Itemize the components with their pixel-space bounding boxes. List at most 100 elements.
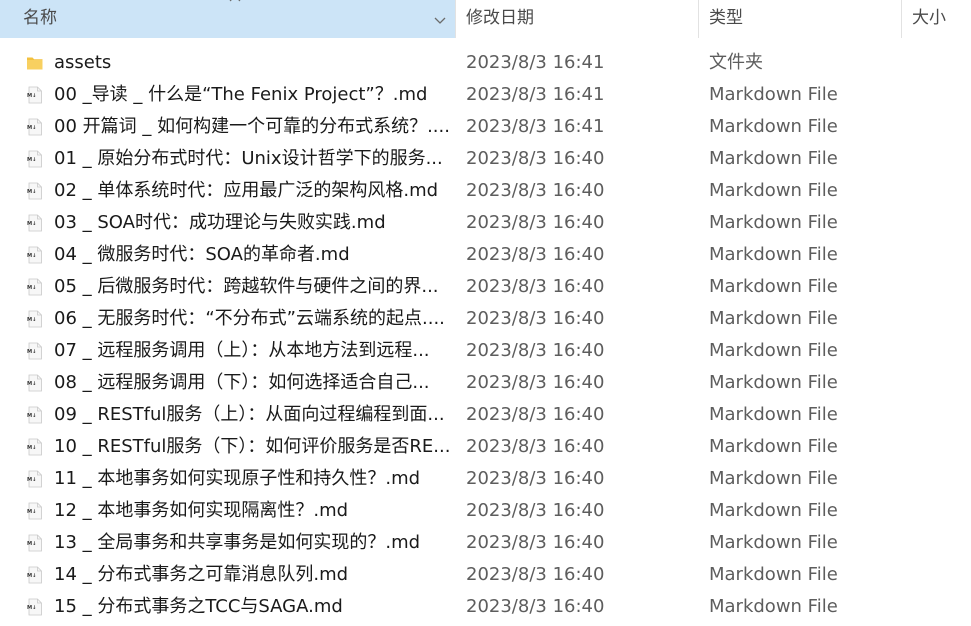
file-date: 2023/8/3 16:40: [466, 596, 605, 617]
column-header: 名称 修改日期 类型 大小: [0, 0, 971, 38]
file-name: 01 _ 原始分布式时代：Unix设计哲学下的服务...: [54, 148, 443, 169]
file-type: Markdown File: [709, 532, 838, 553]
markdown-file-icon: M↓: [27, 374, 42, 392]
file-row[interactable]: M↓ 15 _ 分布式事务之TCC与SAGA.md 2023/8/3 16:40 Ma…: [0, 591, 971, 623]
file-date: 2023/8/3 16:41: [466, 116, 605, 137]
file-name: 00 开篇词 _ 如何构建一个可靠的分布式系统？....: [54, 116, 449, 137]
markdown-file-icon: M↓: [27, 406, 42, 424]
file-date: 2023/8/3 16:40: [466, 276, 605, 297]
file-type: Markdown File: [709, 564, 838, 585]
svg-text:M↓: M↓: [27, 317, 37, 323]
markdown-file-icon: M↓: [27, 310, 42, 328]
file-type: Markdown File: [709, 468, 838, 489]
file-type: Markdown File: [709, 500, 838, 521]
svg-text:M↓: M↓: [27, 349, 37, 355]
column-header-type[interactable]: 类型: [699, 0, 902, 38]
file-date: 2023/8/3 16:41: [466, 52, 605, 73]
file-name: 06 _ 无服务时代：“不分布式”云端系统的起点....: [54, 308, 445, 329]
column-header-name[interactable]: 名称: [0, 0, 456, 38]
file-name: 07 _ 远程服务调用（上）：从本地方法到远程...: [54, 340, 430, 361]
file-date: 2023/8/3 16:40: [466, 436, 605, 457]
file-row[interactable]: M↓ 05 _ 后微服务时代：跨越软件与硬件之间的界... 2023/8/3 16:…: [0, 271, 971, 303]
svg-text:M↓: M↓: [27, 413, 37, 419]
file-row[interactable]: M↓ 06 _ 无服务时代：“不分布式”云端系统的起点.... 2023/8/3 1…: [0, 303, 971, 335]
svg-text:M↓: M↓: [27, 285, 37, 291]
file-type: Markdown File: [709, 404, 838, 425]
column-header-size-label: 大小: [912, 8, 946, 28]
file-row[interactable]: M↓ 14 _ 分布式事务之可靠消息队列.md 2023/8/3 16:40 Mark…: [0, 559, 971, 591]
svg-text:M↓: M↓: [27, 221, 37, 227]
file-date: 2023/8/3 16:40: [466, 404, 605, 425]
svg-text:M↓: M↓: [27, 125, 37, 131]
column-header-date-label: 修改日期: [466, 8, 534, 28]
svg-text:M↓: M↓: [27, 541, 37, 547]
file-date: 2023/8/3 16:40: [466, 372, 605, 393]
markdown-file-icon: M↓: [27, 214, 42, 232]
file-row[interactable]: M↓ 00 开篇词 _ 如何构建一个可靠的分布式系统？.... 2023/8/3 1…: [0, 111, 971, 143]
file-explorer: 名称 修改日期 类型 大小 assets 2023/8/3 16:41 文件夹 M↓ 0…: [0, 0, 971, 626]
markdown-file-icon: M↓: [27, 182, 42, 200]
markdown-file-icon: M↓: [27, 118, 42, 136]
file-row[interactable]: M↓ 00 _导读 _ 什么是“The Fenix Project”？.md 202…: [0, 79, 971, 111]
svg-text:M↓: M↓: [27, 157, 37, 163]
markdown-file-icon: M↓: [27, 502, 42, 520]
file-type: Markdown File: [709, 116, 838, 137]
folder-icon: [27, 57, 43, 70]
svg-text:M↓: M↓: [27, 605, 37, 611]
file-row[interactable]: M↓ 07 _ 远程服务调用（上）：从本地方法到远程... 2023/8/3 16:…: [0, 335, 971, 367]
file-name: assets: [54, 52, 112, 73]
file-row[interactable]: M↓ 09 _ RESTful服务（上）：从面向过程编程到面... 2023/8/3…: [0, 399, 971, 431]
file-date: 2023/8/3 16:40: [466, 468, 605, 489]
markdown-file-icon: M↓: [27, 534, 42, 552]
markdown-file-icon: M↓: [27, 246, 42, 264]
file-date: 2023/8/3 16:40: [466, 564, 605, 585]
file-row[interactable]: M↓ 01 _ 原始分布式时代：Unix设计哲学下的服务... 2023/8/3 1…: [0, 143, 971, 175]
svg-text:M↓: M↓: [27, 253, 37, 259]
svg-text:M↓: M↓: [27, 477, 37, 483]
file-type: Markdown File: [709, 244, 838, 265]
file-date: 2023/8/3 16:40: [466, 500, 605, 521]
file-type: Markdown File: [709, 436, 838, 457]
file-row[interactable]: M↓ 13 _ 全局事务和共享事务是如何实现的？.md 2023/8/3 16:40…: [0, 527, 971, 559]
file-date: 2023/8/3 16:40: [466, 180, 605, 201]
file-name: 02 _ 单体系统时代：应用最广泛的架构风格.md: [54, 180, 439, 201]
file-type: Markdown File: [709, 148, 838, 169]
file-row[interactable]: M↓ 03 _ SOA时代：成功理论与失败实践.md 2023/8/3 16:40 M…: [0, 207, 971, 239]
file-row[interactable]: M↓ 11 _ 本地事务如何实现原子性和持久性？.md 2023/8/3 16:40…: [0, 463, 971, 495]
file-type: Markdown File: [709, 308, 838, 329]
markdown-file-icon: M↓: [27, 470, 42, 488]
markdown-file-icon: M↓: [27, 278, 42, 296]
markdown-file-icon: M↓: [27, 438, 42, 456]
column-header-date[interactable]: 修改日期: [456, 0, 699, 38]
file-row[interactable]: M↓ 10 _ RESTful服务（下）：如何评价服务是否RE... 2023/8/…: [0, 431, 971, 463]
chevron-down-icon[interactable]: [431, 11, 449, 29]
svg-text:M↓: M↓: [27, 381, 37, 387]
svg-text:M↓: M↓: [27, 573, 37, 579]
file-date: 2023/8/3 16:40: [466, 308, 605, 329]
column-header-type-label: 类型: [709, 8, 743, 28]
file-name: 14 _ 分布式事务之可靠消息队列.md: [54, 564, 349, 585]
file-name: 13 _ 全局事务和共享事务是如何实现的？.md: [54, 532, 421, 553]
column-header-size[interactable]: 大小: [902, 0, 971, 38]
file-row[interactable]: M↓ 02 _ 单体系统时代：应用最广泛的架构风格.md 2023/8/3 16:4…: [0, 175, 971, 207]
svg-text:M↓: M↓: [27, 445, 37, 451]
markdown-file-icon: M↓: [27, 150, 42, 168]
file-type: Markdown File: [709, 180, 838, 201]
file-row[interactable]: assets 2023/8/3 16:41 文件夹: [0, 47, 971, 79]
file-name: 15 _ 分布式事务之TCC与SAGA.md: [54, 596, 343, 617]
svg-text:M↓: M↓: [27, 189, 37, 195]
file-name: 05 _ 后微服务时代：跨越软件与硬件之间的界...: [54, 276, 439, 297]
file-name: 03 _ SOA时代：成功理论与失败实践.md: [54, 212, 386, 233]
markdown-file-icon: M↓: [27, 342, 42, 360]
file-list: assets 2023/8/3 16:41 文件夹 M↓ 00 _导读 _ 什么是“Th…: [0, 47, 971, 623]
file-name: 04 _ 微服务时代：SOA的革命者.md: [54, 244, 350, 265]
file-name: 11 _ 本地事务如何实现原子性和持久性？.md: [54, 468, 421, 489]
file-row[interactable]: M↓ 04 _ 微服务时代：SOA的革命者.md 2023/8/3 16:40 Mar…: [0, 239, 971, 271]
file-date: 2023/8/3 16:40: [466, 532, 605, 553]
file-row[interactable]: M↓ 12 _ 本地事务如何实现隔离性？.md 2023/8/3 16:40 Mark…: [0, 495, 971, 527]
column-header-name-label: 名称: [23, 8, 57, 28]
svg-text:M↓: M↓: [27, 509, 37, 515]
file-date: 2023/8/3 16:40: [466, 148, 605, 169]
file-type: Markdown File: [709, 84, 838, 105]
file-row[interactable]: M↓ 08 _ 远程服务调用（下）：如何选择适合自己... 2023/8/3 16:…: [0, 367, 971, 399]
